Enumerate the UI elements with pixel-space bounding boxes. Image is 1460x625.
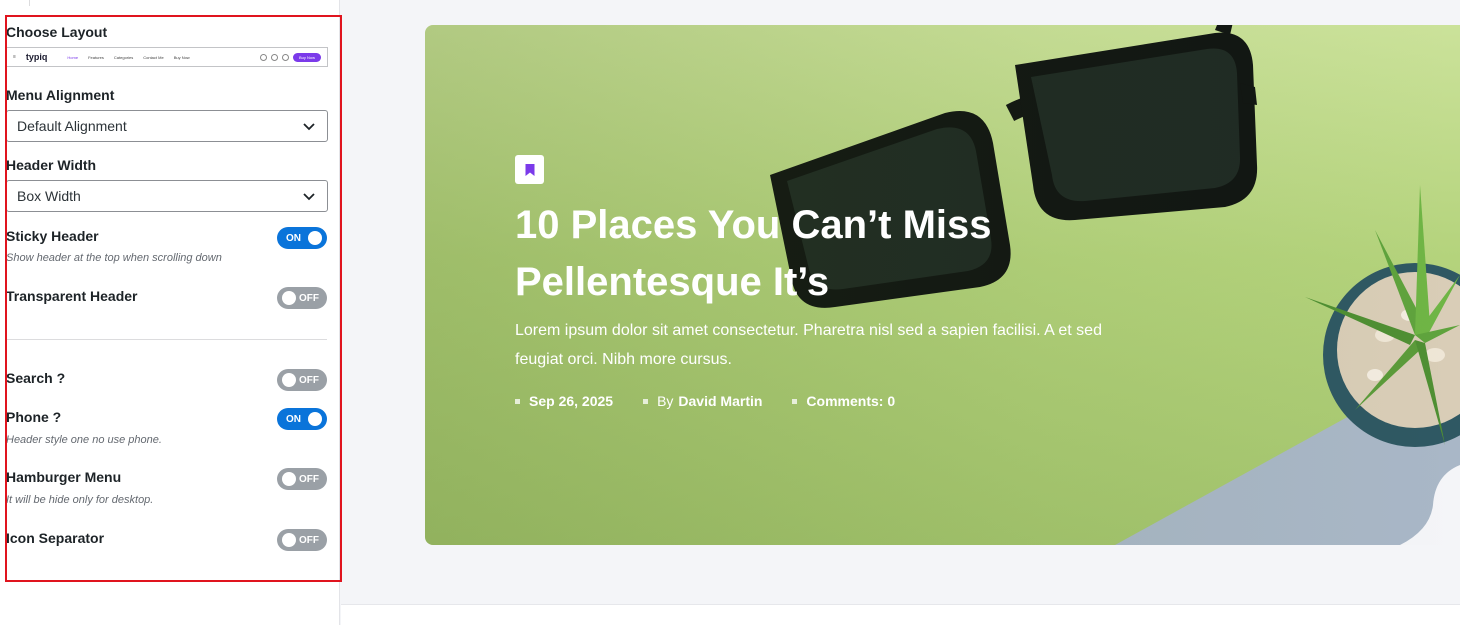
- post-author: By David Martin: [643, 393, 762, 409]
- header-settings-panel: Choose Layout ≡ typiq Home Features Cate…: [0, 0, 342, 625]
- hero-excerpt: Lorem ipsum dolor sit amet consectetur. …: [515, 322, 1102, 368]
- bookmark-glyph: [525, 163, 534, 176]
- preview-footer-strip: [341, 604, 1460, 625]
- bookmark-icon[interactable]: [515, 155, 544, 184]
- hero-title[interactable]: 10 Places You Can’t Miss Pellentesque It…: [515, 197, 1075, 311]
- post-author-prefix: By: [657, 393, 674, 409]
- bullet-icon: [792, 398, 798, 404]
- post-meta: Sep 26, 2025 By David Martin Comments: 0: [515, 393, 895, 409]
- post-comments: Comments: 0: [792, 393, 895, 409]
- post-author-name[interactable]: David Martin: [678, 393, 762, 409]
- bullet-icon: [643, 398, 649, 404]
- bullet-icon: [515, 398, 520, 404]
- highlight-frame: [5, 15, 342, 582]
- post-date-text: Sep 26, 2025: [529, 393, 614, 409]
- post-comments-text[interactable]: Comments: 0: [806, 393, 895, 409]
- hero-post-card[interactable]: 10 Places You Can’t Miss Pellentesque It…: [425, 25, 1460, 545]
- post-date: Sep 26, 2025: [515, 393, 613, 409]
- panel-top-divider: [0, 0, 30, 6]
